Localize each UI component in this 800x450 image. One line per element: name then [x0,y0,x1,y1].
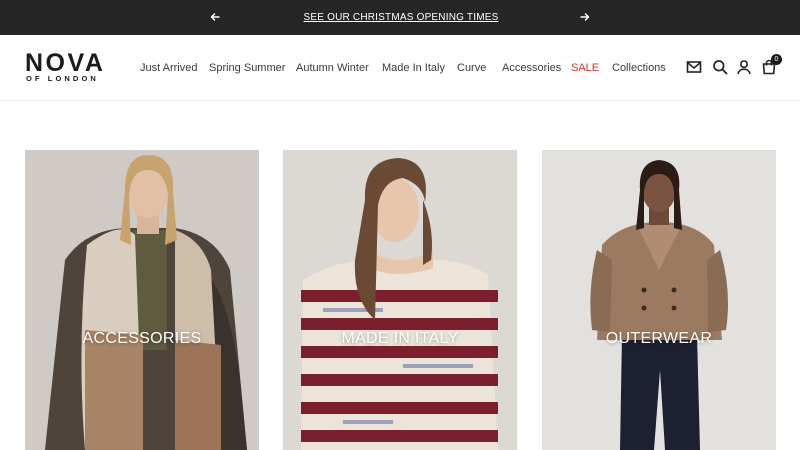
category-label: OUTERWEAR [605,330,713,347]
cart-icon[interactable]: 0 [761,54,782,75]
nav-item-made-in-italy[interactable]: Made In Italy [382,61,445,75]
category-label: MADE IN ITALY [341,330,459,347]
arrow-right-icon[interactable] [579,11,591,23]
brand-logo[interactable]: NOVA OF LONDON [25,51,115,85]
brand-name: NOVA [25,49,106,77]
accessories-photo [25,150,259,450]
nav-item-autumn-winter[interactable]: Autumn Winter [296,61,369,75]
nav-item-just-arrived[interactable]: Just Arrived [140,61,197,75]
cart-count-badge: 0 [771,54,782,65]
brand-tagline: OF LONDON [26,74,99,83]
nav-item-curve[interactable]: Curve [457,61,486,75]
nav-item-accessories[interactable]: Accessories [502,61,561,75]
announcement-bar: SEE OUR CHRISTMAS OPENING TIMES [0,0,800,35]
outerwear-photo [542,150,776,450]
account-icon[interactable] [736,59,752,75]
category-label: ACCESSORIES [82,330,202,347]
announcement-link[interactable]: SEE OUR CHRISTMAS OPENING TIMES [0,12,800,23]
nav-item-sale[interactable]: SALE [571,61,599,75]
search-icon[interactable] [712,59,728,75]
category-tile-made-in-italy[interactable]: MADE IN ITALY [283,150,517,450]
nav-item-collections[interactable]: Collections [612,61,666,75]
nav-item-spring-summer[interactable]: Spring Summer [209,61,285,75]
site-header: NOVA OF LONDON Just Arrived Spring Summe… [0,35,800,101]
category-tile-outerwear[interactable]: OUTERWEAR [542,150,776,450]
mail-icon[interactable] [686,59,702,75]
category-tile-accessories[interactable]: ACCESSORIES [25,150,259,450]
made-in-italy-photo [283,150,517,450]
